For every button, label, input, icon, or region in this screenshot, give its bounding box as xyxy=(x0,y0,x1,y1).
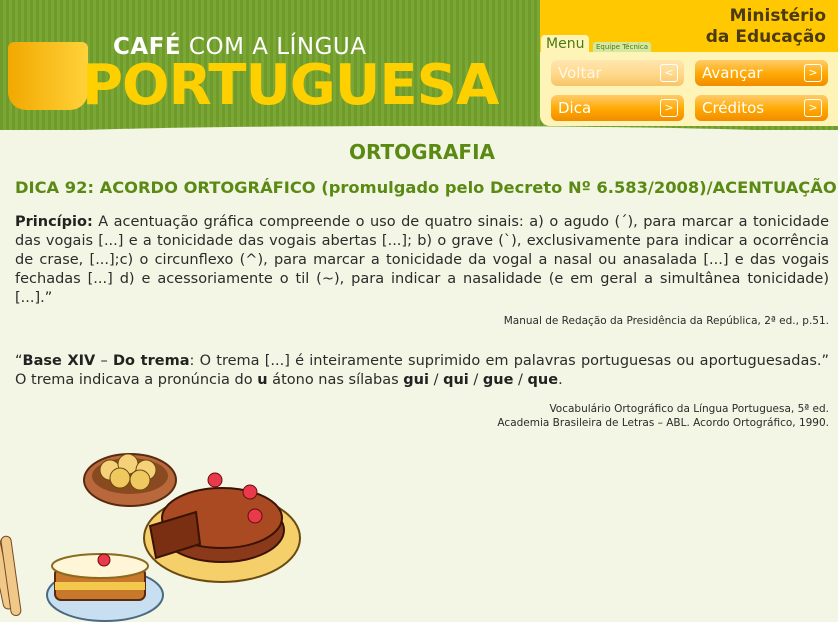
pastries-illustration xyxy=(0,453,301,622)
base-label: Base XIV xyxy=(22,353,96,369)
page-title: ORTOGRAFIA xyxy=(348,140,496,164)
main-content: ORTOGRAFIA DICA 92: ACORDO ORTOGRÁFICO (… xyxy=(15,140,837,430)
chevron-right-icon: > xyxy=(804,64,822,82)
creditos-button[interactable]: Créditos > xyxy=(695,95,828,121)
avancar-button[interactable]: Avançar > xyxy=(695,60,828,86)
principle-label: Princípio: xyxy=(15,214,93,230)
principle-paragraph: Princípio: A acentuação gráfica compreen… xyxy=(15,213,829,308)
chevron-left-icon: < xyxy=(660,64,678,82)
coffee-cup-logo-icon xyxy=(8,42,88,110)
voltar-button[interactable]: Voltar < xyxy=(551,60,684,86)
principle-reference: Manual de Redação da Presidência da Repú… xyxy=(503,315,829,327)
chevron-right-icon: > xyxy=(804,99,822,117)
breadsticks-icon xyxy=(0,530,22,617)
ministry-title: Ministério da Educação xyxy=(705,6,826,47)
base-paragraph: “Base XIV – Do trema: O trema [...] é in… xyxy=(15,353,830,388)
principle-text: A acentuação gráfica compreende o uso de… xyxy=(15,214,829,306)
tab-menu[interactable]: Menu xyxy=(541,35,590,53)
cream-pie-icon xyxy=(46,553,164,622)
bread-basket-icon xyxy=(83,453,177,507)
tip-title: DICA 92: ACORDO ORTOGRÁFICO (promulgado … xyxy=(15,178,837,197)
base-reference: Vocabulário Ortográfico da Língua Portug… xyxy=(497,403,829,429)
dica-button[interactable]: Dica > xyxy=(551,95,684,121)
tab-equipe-tecnica[interactable]: Equipe Técnica xyxy=(593,42,651,52)
trema-label: Do trema xyxy=(113,353,190,369)
logo-title: PORTUGUESA xyxy=(82,53,499,118)
chevron-right-icon: > xyxy=(660,99,678,117)
